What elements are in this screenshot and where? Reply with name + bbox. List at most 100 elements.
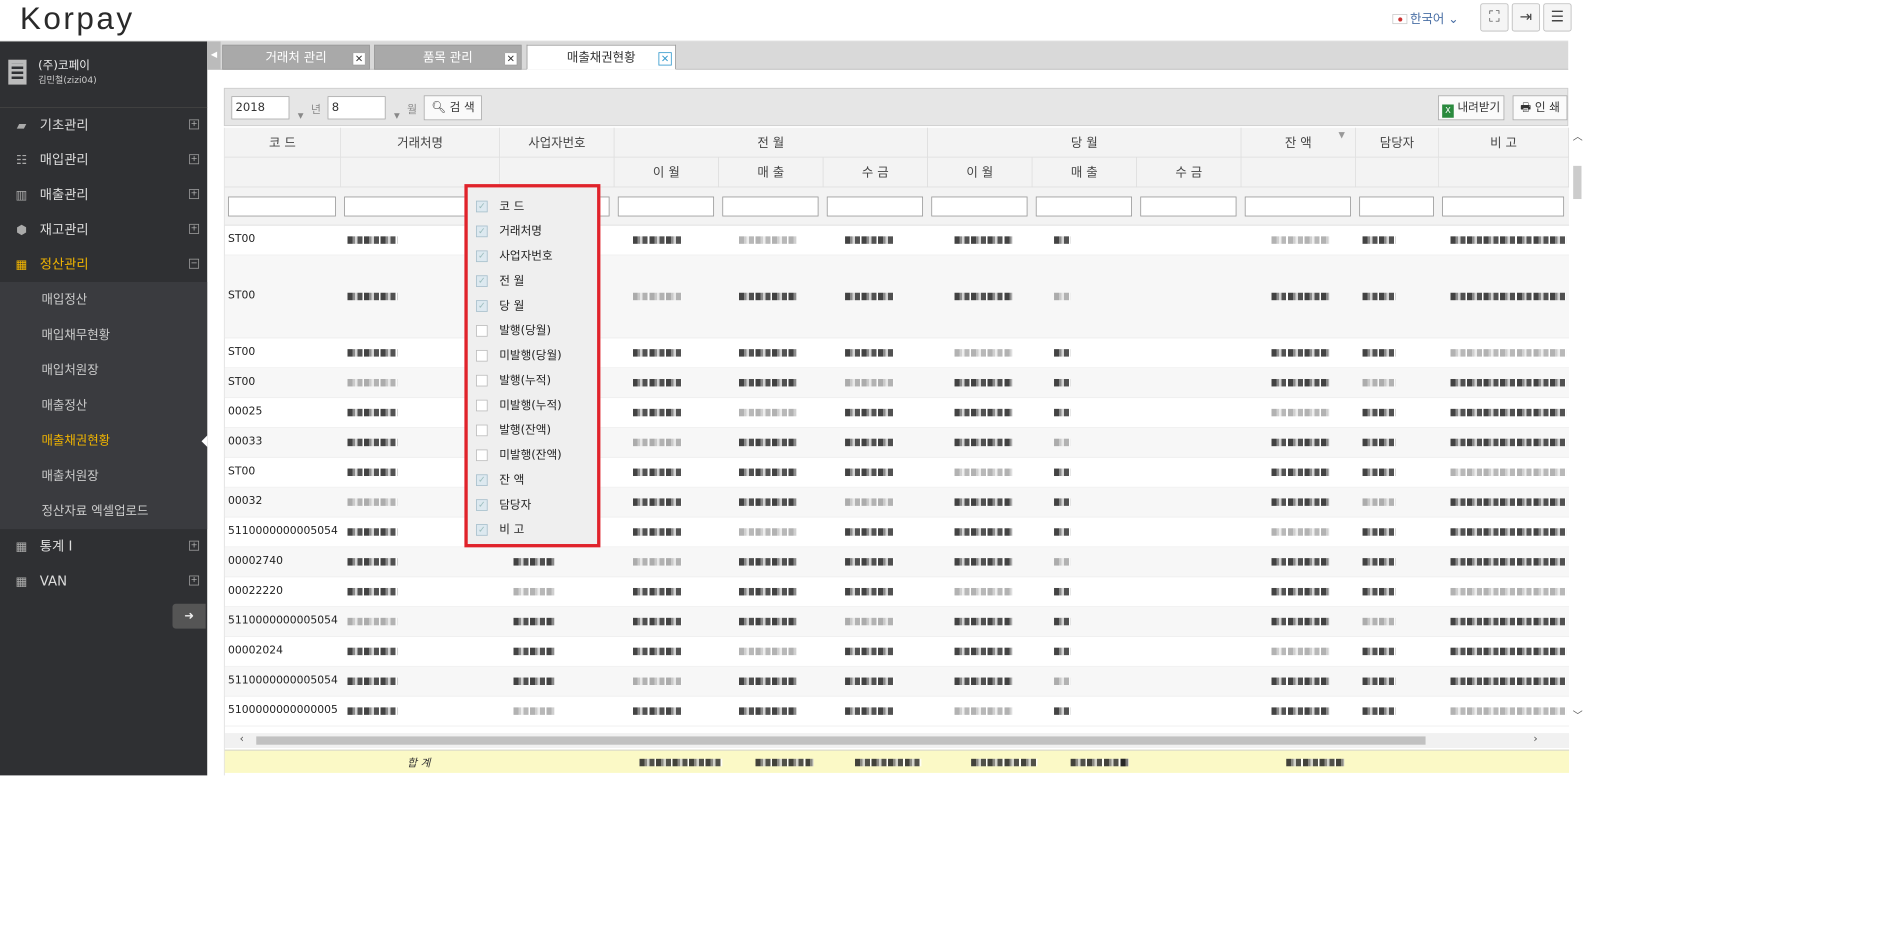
col-header-prev-month[interactable]: 전 월 — [614, 127, 928, 158]
table-row[interactable]: ST00 — [224, 226, 1570, 256]
submenu-item[interactable]: 매입처원장 — [0, 352, 207, 387]
column-filter-input[interactable] — [228, 196, 336, 217]
tab-customers[interactable]: 거래처 관리 ✕ — [222, 44, 370, 70]
table-row[interactable]: ST00 — [224, 338, 1570, 369]
column-filter-input[interactable] — [931, 196, 1028, 217]
col-subheader-cur-carry[interactable]: 이 월 — [927, 157, 1033, 188]
checkbox-checked[interactable]: ✓ — [476, 499, 488, 511]
col-header-cur-month[interactable]: 당 월 — [927, 127, 1242, 158]
expand-icon[interactable]: ⛶ — [1480, 3, 1509, 32]
scroll-down-icon[interactable]: ﹀ — [1570, 708, 1586, 722]
col-header-name[interactable]: 거래처명 — [340, 127, 501, 158]
checkbox-checked[interactable]: ✓ — [476, 200, 488, 213]
submenu-item[interactable]: 매입채무현황 — [0, 317, 207, 352]
column-option[interactable]: 미발행(누적) — [468, 393, 597, 418]
checkbox-checked[interactable]: ✓ — [476, 225, 488, 238]
column-option[interactable]: ✓ 코 드 — [468, 194, 597, 219]
year-select[interactable]: 2018 ▼ — [231, 96, 304, 120]
checkbox-checked[interactable]: ✓ — [476, 275, 488, 287]
scroll-thumb[interactable] — [1573, 165, 1582, 200]
month-select[interactable]: 8 ▼ — [327, 96, 400, 120]
close-icon[interactable]: ✕ — [504, 52, 518, 66]
table-row[interactable]: 00033 — [224, 427, 1570, 458]
logout-icon[interactable]: ⇥ — [1511, 3, 1541, 32]
table-row[interactable]: 51100000000050542 — [224, 517, 1570, 548]
checkbox-unchecked[interactable] — [476, 349, 488, 362]
tab-receivables[interactable]: 매출채권현황 ✕ — [526, 44, 676, 70]
column-filter-input[interactable] — [722, 196, 819, 217]
col-header-biz-number[interactable]: 사업자번호 — [500, 127, 615, 158]
table-row[interactable]: 00002740 — [224, 547, 1570, 578]
col-subheader-prev-sales[interactable]: 매 출 — [719, 157, 824, 188]
column-option[interactable]: ✓ 잔 액 — [468, 468, 597, 493]
column-option[interactable]: 미발행(당월) — [468, 343, 597, 368]
sidebar-item-menu3[interactable]: ⬢ 재고관리 + — [0, 212, 207, 247]
tab-scroll-left-icon[interactable]: ◀ — [207, 41, 221, 70]
column-option[interactable]: ✓ 담당자 — [468, 493, 597, 518]
expand-icon[interactable]: + — [189, 189, 200, 200]
horizontal-scrollbar[interactable]: ‹ › — [224, 733, 1570, 749]
column-option[interactable]: 미발행(잔액) — [468, 443, 597, 468]
tab-items[interactable]: 품목 관리 ✕ — [374, 44, 522, 70]
table-row[interactable]: 51100000000050542 — [224, 607, 1570, 637]
submenu-item[interactable]: 매출채권현황 — [0, 423, 208, 458]
checkbox-checked[interactable]: ✓ — [476, 524, 488, 536]
close-icon[interactable]: ✕ — [658, 52, 672, 66]
table-row[interactable]: ST00 — [224, 368, 1570, 399]
column-filter-input[interactable] — [1359, 196, 1434, 217]
checkbox-unchecked[interactable] — [476, 399, 488, 412]
table-row[interactable]: 51100000000050545 — [224, 666, 1570, 697]
checkbox-checked[interactable]: ✓ — [476, 474, 488, 486]
scroll-right-icon[interactable]: › — [1533, 733, 1537, 745]
table-row[interactable]: 00022220 — [224, 577, 1570, 608]
close-icon[interactable]: ✕ — [352, 52, 366, 66]
submenu-item[interactable]: 매출정산 — [0, 388, 207, 423]
column-filter-input[interactable] — [1442, 196, 1565, 217]
column-option[interactable]: ✓ 비 고 — [468, 517, 597, 542]
excel-download-button[interactable]: X 내려받기 — [1438, 95, 1505, 121]
submenu-item[interactable]: 정산자료 엑셀업로드 — [0, 493, 207, 528]
column-option[interactable]: ✓ 거래처명 — [468, 219, 597, 244]
column-filter-input[interactable] — [1140, 196, 1237, 217]
column-option[interactable]: ✓ 당 월 — [468, 294, 597, 319]
scroll-left-icon[interactable]: ‹ — [240, 733, 244, 745]
checkbox-checked[interactable]: ✓ — [476, 300, 488, 312]
sidebar-item-menu21[interactable]: ▦ VAN + — [0, 564, 207, 599]
col-header-manager[interactable]: 담당자 — [1355, 127, 1439, 158]
scroll-up-icon[interactable]: ︿ — [1570, 129, 1586, 143]
sidebar-item-menu1[interactable]: ☷ 매입관리 + — [0, 143, 207, 178]
submenu-item[interactable]: 매입정산 — [0, 282, 207, 317]
checkbox-unchecked[interactable] — [476, 374, 488, 387]
col-header-note[interactable]: 비 고 — [1438, 127, 1570, 158]
column-filter-input[interactable] — [1035, 196, 1132, 217]
table-row[interactable]: 00025 — [224, 398, 1570, 428]
language-selector[interactable]: 한국어 ⌄ — [1392, 10, 1459, 27]
table-row[interactable]: 5100000000000005 — [224, 697, 1570, 727]
checkbox-unchecked[interactable] — [476, 424, 488, 437]
collapse-icon[interactable]: − — [189, 258, 200, 269]
expand-icon[interactable]: + — [189, 540, 200, 551]
sidebar-item-menu4[interactable]: ▦ 정산관리 − — [0, 247, 207, 282]
col-subheader-prev-collect[interactable]: 수 금 — [823, 157, 928, 188]
column-option[interactable]: ✓ 사업자번호 — [468, 244, 597, 269]
menu-icon[interactable]: ☰ — [1543, 3, 1572, 32]
table-row[interactable]: ST00 — [224, 458, 1570, 488]
submenu-item[interactable]: 매출처원장 — [0, 458, 207, 493]
sidebar-item-menu0[interactable]: ▰ 기초관리 + — [0, 108, 207, 143]
column-option[interactable]: ✓ 전 월 — [468, 269, 597, 294]
scroll-thumb[interactable] — [256, 736, 1426, 745]
column-option[interactable]: 발행(잔액) — [468, 418, 597, 443]
search-button[interactable]: 🔍︎ 검 색 — [423, 95, 483, 121]
column-filter-input[interactable] — [1244, 196, 1351, 217]
table-row[interactable]: 00002024 — [224, 637, 1570, 667]
column-filter-input[interactable] — [826, 196, 924, 217]
checkbox-unchecked[interactable] — [476, 449, 488, 462]
expand-icon[interactable]: + — [189, 223, 200, 234]
expand-icon[interactable]: + — [189, 154, 200, 165]
checkbox-checked[interactable]: ✓ — [476, 250, 488, 263]
checkbox-unchecked[interactable] — [476, 325, 488, 337]
expand-icon[interactable]: + — [189, 575, 200, 586]
table-row[interactable]: ST00 — [224, 255, 1570, 339]
col-subheader-cur-sales[interactable]: 매 출 — [1032, 157, 1137, 188]
sidebar-item-menu2[interactable]: ▥ 매출관리 + — [0, 177, 207, 212]
